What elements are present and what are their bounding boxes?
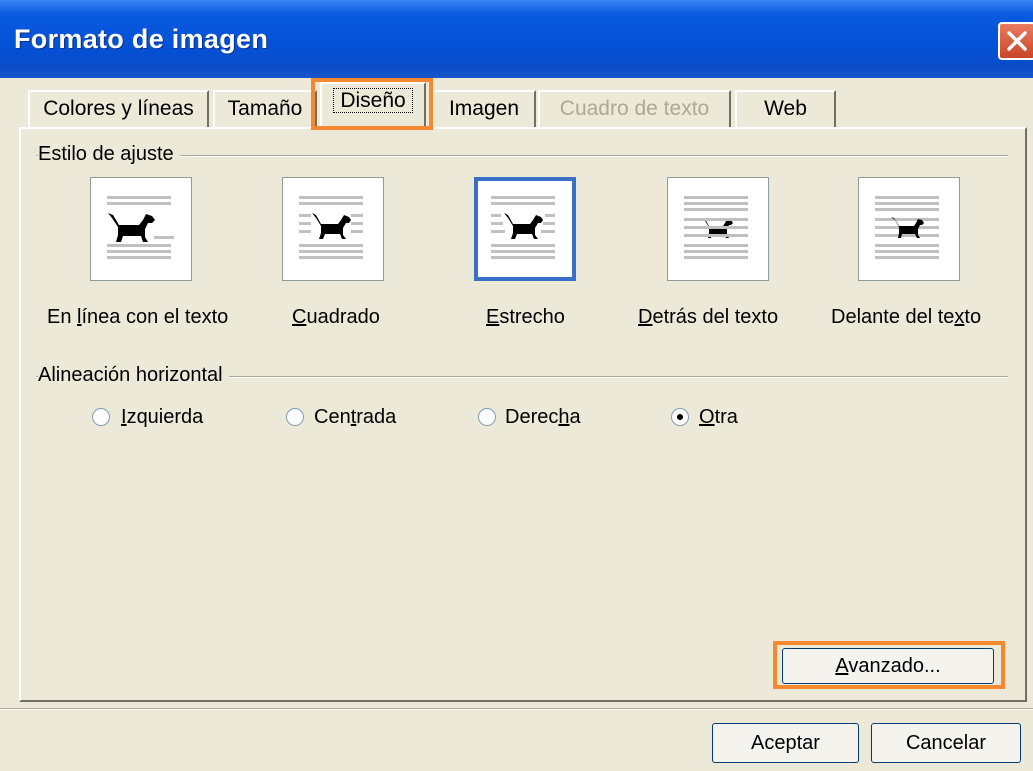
title-bar: Formato de imagen <box>0 0 1033 78</box>
align-left-label[interactable]: Izquierda <box>121 406 203 429</box>
tab-imagen[interactable]: Imagen <box>432 90 536 127</box>
dog-icon <box>684 196 748 259</box>
close-icon <box>1007 31 1027 51</box>
align-right-label[interactable]: Derecha <box>505 406 581 429</box>
dog-icon <box>299 196 363 259</box>
align-center-label[interactable]: Centrada <box>314 406 396 429</box>
cancel-button[interactable]: Cancelar <box>871 723 1021 763</box>
tab-cuadro-de-texto: Cuadro de texto <box>538 90 731 127</box>
window-title: Formato de imagen <box>14 24 269 54</box>
dog-icon <box>107 196 174 259</box>
wrap-behind-label: Detrás del texto <box>638 306 779 328</box>
wrap-style-label: Estilo de ajuste <box>38 143 180 166</box>
align-other-label[interactable]: Otra <box>699 406 738 429</box>
alignment-label: Alineación horizontal <box>38 364 229 387</box>
wrap-tight-option[interactable] <box>474 177 576 281</box>
wrap-square-label: Cuadrado <box>292 306 380 328</box>
dog-icon <box>491 196 555 259</box>
tab-colores-y-lineas[interactable]: Colores y líneas <box>28 90 209 127</box>
wrap-square-option[interactable] <box>282 177 384 281</box>
tab-strip: Colores y líneas Tamaño Diseño Imagen Cu… <box>0 78 1033 128</box>
wrap-style-divider <box>36 155 1008 157</box>
align-right-radio[interactable] <box>478 408 496 426</box>
accept-button[interactable]: Aceptar <box>712 723 859 763</box>
tab-tamano[interactable]: Tamaño <box>213 90 317 127</box>
wrap-behind-option[interactable] <box>667 177 769 281</box>
wrap-inline-label: En línea con el texto <box>47 306 229 328</box>
close-button[interactable] <box>998 22 1033 60</box>
wrap-inline-option[interactable] <box>90 177 192 281</box>
wrap-front-option[interactable] <box>858 177 960 281</box>
tab-diseno[interactable]: Diseño <box>320 82 426 128</box>
align-center-radio[interactable] <box>286 408 304 426</box>
align-left-radio[interactable] <box>92 408 110 426</box>
dog-icon <box>875 196 939 259</box>
tab-web[interactable]: Web <box>735 90 836 127</box>
dialog-window: Formato de imagen Colores y líneas Tamañ… <box>0 0 1033 771</box>
align-other-radio[interactable] <box>671 408 689 426</box>
footer-divider <box>0 708 1033 710</box>
wrap-front-label: Delante del texto <box>831 306 982 328</box>
advanced-button[interactable]: Avanzado... <box>782 648 994 684</box>
wrap-tight-label: Estrecho <box>486 306 565 328</box>
